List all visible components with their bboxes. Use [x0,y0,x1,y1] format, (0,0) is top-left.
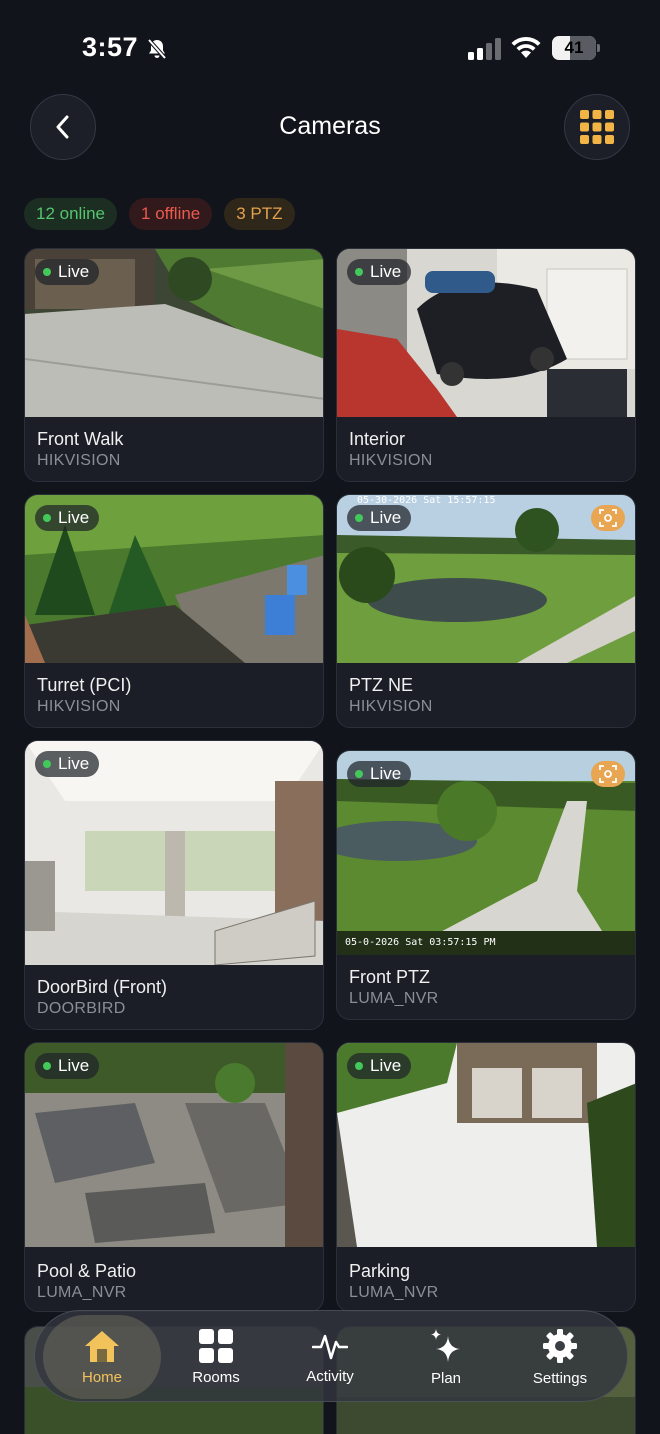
camera-card-turret[interactable]: Live Turret (PCI) HIKVISION [24,494,324,728]
grid-icon [580,110,614,144]
live-dot [355,268,363,276]
camera-name: Front Walk [37,429,124,449]
ptz-count-badge[interactable]: 3 PTZ [224,198,295,230]
tab-home[interactable]: Home [43,1315,161,1399]
camera-name: DoorBird (Front) [37,977,168,997]
camera-card-ptz-ne[interactable]: 05-30-2026 Sat 15:57:15 Live PTZ NE HIKV… [336,494,636,728]
live-dot [355,514,363,522]
live-badge: Live [347,505,412,531]
live-dot [355,1062,363,1070]
battery-percent: 41 [564,38,584,57]
camera-card-doorbird[interactable]: Live DoorBird (Front) DOORBIRD [24,740,324,1030]
offline-count-badge[interactable]: 1 offline [129,198,213,230]
camera-brand: HIKVISION [37,452,121,469]
camera-name: PTZ NE [349,675,414,695]
tab-bar: Home Rooms Activity Plan Settings [34,1310,628,1402]
camera-card-parking[interactable]: Live Parking LUMA_NVR [336,1042,636,1312]
camera-name: Front PTZ [349,967,431,987]
live-badge: Live [35,259,100,285]
live-badge: Live [347,1053,412,1079]
tab-settings[interactable]: Settings [501,1311,619,1403]
bell-muted-icon [147,38,167,60]
camera-brand: DOORBIRD [37,1000,126,1017]
camera-brand: LUMA_NVR [349,990,439,1007]
grid-view-button[interactable] [564,94,630,160]
wifi-icon [511,36,541,58]
status-bar: 3:57 41 [0,0,660,96]
live-dot [355,770,363,778]
camera-name: Turret (PCI) [37,675,132,695]
camera-name: Interior [349,429,406,449]
tab-rooms[interactable]: Rooms [157,1311,275,1403]
video-timestamp: 05-0-2026 Sat 03:57:15 PM [345,937,496,948]
ptz-control-icon[interactable] [591,505,625,531]
tab-activity[interactable]: Activity [271,1311,389,1403]
live-dot [43,514,51,522]
live-dot [43,268,51,276]
camera-brand: LUMA_NVR [349,1284,439,1301]
camera-brand: HIKVISION [349,698,433,715]
live-badge: Live [35,1053,100,1079]
cellular-signal-icon [468,38,501,60]
tab-plan[interactable]: Plan [387,1311,505,1403]
camera-card-interior[interactable]: Live Interior HIKVISION [336,248,636,482]
live-badge: Live [35,751,100,777]
grid-icon [199,1328,233,1363]
pulse-icon [312,1334,348,1359]
camera-name: Parking [349,1261,411,1281]
ptz-control-icon[interactable] [591,761,625,787]
camera-brand: LUMA_NVR [37,1284,127,1301]
battery-indicator: 41 [552,36,600,60]
live-badge: Live [35,505,100,531]
live-dot [43,1062,51,1070]
camera-card-front-ptz[interactable]: 05-0-2026 Sat 03:57:15 PM Live Front PTZ… [336,750,636,1020]
sparkles-icon [431,1328,460,1362]
clock: 3:57 [82,32,139,62]
live-dot [43,760,51,768]
camera-brand: HIKVISION [349,452,433,469]
live-badge: Live [347,259,412,285]
camera-card-pool-patio[interactable]: Live Pool & Patio LUMA_NVR [24,1042,324,1312]
camera-name: Pool & Patio [37,1261,137,1281]
page-title: Cameras [279,112,381,140]
online-count-badge[interactable]: 12 online [24,198,118,230]
camera-brand: HIKVISION [37,698,121,715]
house-icon [85,1330,119,1362]
status-badges: 12 online 1 offline 3 PTZ [24,198,295,230]
live-badge: Live [347,761,412,787]
gear-icon [543,1328,577,1363]
header: Cameras [0,94,660,160]
camera-card-front-walk[interactable]: Live Front Walk HIKVISION [24,248,324,482]
